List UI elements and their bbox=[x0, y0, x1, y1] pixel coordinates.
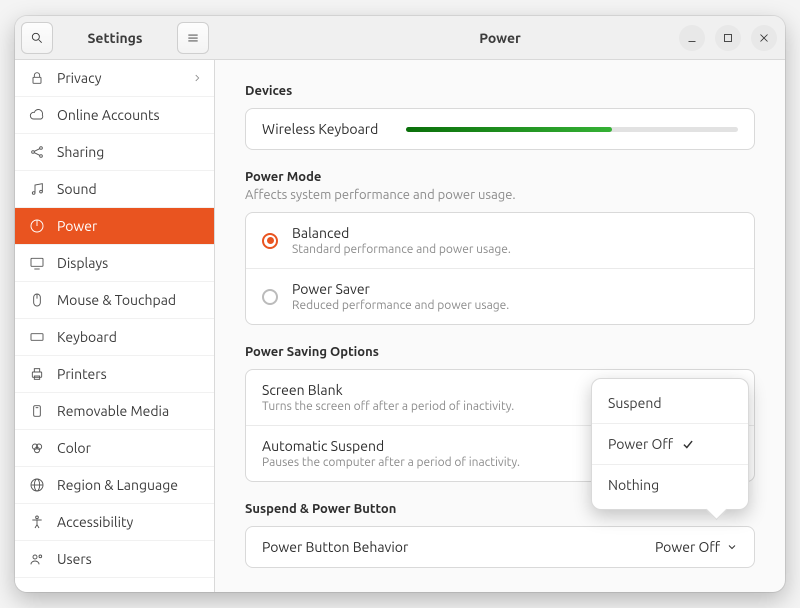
sidebar-item-label: Power bbox=[57, 218, 97, 234]
battery-level-bar bbox=[406, 127, 738, 132]
accessibility-icon bbox=[29, 514, 45, 530]
titlebar-right: Power bbox=[215, 16, 785, 59]
sidebar-item-color[interactable]: Color bbox=[15, 430, 214, 467]
hamburger-icon bbox=[186, 31, 200, 45]
search-icon bbox=[30, 31, 44, 45]
sidebar-item-label: Mouse & Touchpad bbox=[57, 292, 176, 308]
users-icon bbox=[29, 551, 45, 567]
sidebar-item-online-accounts[interactable]: Online Accounts bbox=[15, 97, 214, 134]
option-title: Power Saver bbox=[292, 281, 738, 297]
sidebar-item-printers[interactable]: Printers bbox=[15, 356, 214, 393]
chevron-right-icon bbox=[192, 70, 202, 86]
popover-label: Suspend bbox=[608, 395, 662, 411]
device-row-wireless-keyboard: Wireless Keyboard bbox=[246, 109, 754, 149]
page-title: Power bbox=[479, 30, 521, 46]
maximize-icon bbox=[721, 31, 735, 45]
sidebar-title: Settings bbox=[59, 30, 171, 46]
content-panel[interactable]: Devices Wireless Keyboard Power Mode Aff… bbox=[215, 60, 785, 592]
popover-label: Nothing bbox=[608, 477, 659, 493]
chevron-down-icon bbox=[726, 541, 738, 553]
power-button-behavior-value[interactable]: Power Off bbox=[655, 539, 738, 555]
battery-level-fill bbox=[406, 127, 612, 132]
sidebar-item-sound[interactable]: Sound bbox=[15, 171, 214, 208]
section-title-power-saving: Power Saving Options bbox=[245, 345, 755, 359]
minimize-button[interactable] bbox=[679, 25, 705, 51]
device-name: Wireless Keyboard bbox=[262, 121, 392, 137]
sidebar-item-sharing[interactable]: Sharing bbox=[15, 134, 214, 171]
sidebar-item-label: Printers bbox=[57, 366, 107, 382]
cloud-icon bbox=[29, 107, 45, 123]
sidebar-item-keyboard[interactable]: Keyboard bbox=[15, 319, 214, 356]
sidebar-item-label: Color bbox=[57, 440, 91, 456]
sidebar-item-label: Online Accounts bbox=[57, 107, 160, 123]
power-button-behavior-row[interactable]: Power Button Behavior Power Off bbox=[246, 527, 754, 567]
check-icon bbox=[681, 437, 695, 451]
sidebar-item-label: Displays bbox=[57, 255, 108, 271]
close-icon bbox=[757, 31, 771, 45]
row-title: Power Button Behavior bbox=[262, 539, 641, 555]
sidebar-item-region-language[interactable]: Region & Language bbox=[15, 467, 214, 504]
section-title-power-mode: Power Mode bbox=[245, 170, 755, 184]
sidebar-item-displays[interactable]: Displays bbox=[15, 245, 214, 282]
sidebar-item-mouse-touchpad[interactable]: Mouse & Touchpad bbox=[15, 282, 214, 319]
section-subtitle-power-mode: Affects system performance and power usa… bbox=[245, 188, 755, 202]
power-mode-saver[interactable]: Power Saver Reduced performance and powe… bbox=[246, 268, 754, 324]
displays-icon bbox=[29, 255, 45, 271]
sidebar-item-removable-media[interactable]: Removable Media bbox=[15, 393, 214, 430]
search-button[interactable] bbox=[21, 22, 53, 54]
sidebar-item-label: Sound bbox=[57, 181, 97, 197]
titlebar-left: Settings bbox=[15, 16, 215, 59]
option-subtitle: Standard performance and power usage. bbox=[292, 243, 738, 256]
removable-media-icon bbox=[29, 403, 45, 419]
minimize-icon bbox=[685, 31, 699, 45]
sidebar-item-accessibility[interactable]: Accessibility bbox=[15, 504, 214, 541]
popover-option-suspend[interactable]: Suspend bbox=[592, 383, 748, 423]
power-mode-card: Balanced Standard performance and power … bbox=[245, 212, 755, 325]
section-title-devices: Devices bbox=[245, 84, 755, 98]
keyboard-icon bbox=[29, 329, 45, 345]
sidebar[interactable]: Privacy Online Accounts Sharing Sound Po… bbox=[15, 60, 215, 592]
sidebar-item-label: Region & Language bbox=[57, 477, 178, 493]
sidebar-item-privacy[interactable]: Privacy bbox=[15, 60, 214, 97]
window-controls bbox=[679, 25, 777, 51]
radio-balanced[interactable] bbox=[262, 233, 278, 249]
power-icon bbox=[29, 218, 45, 234]
close-button[interactable] bbox=[751, 25, 777, 51]
color-icon bbox=[29, 440, 45, 456]
sidebar-item-label: Users bbox=[57, 551, 92, 567]
printer-icon bbox=[29, 366, 45, 382]
dropdown-value: Power Off bbox=[655, 539, 720, 555]
mouse-icon bbox=[29, 292, 45, 308]
hamburger-menu-button[interactable] bbox=[177, 22, 209, 54]
globe-icon bbox=[29, 477, 45, 493]
option-title: Balanced bbox=[292, 225, 738, 241]
power-button-behavior-popover: Suspend Power Off Nothing bbox=[591, 378, 749, 510]
sidebar-item-label: Keyboard bbox=[57, 329, 117, 345]
sidebar-item-label: Sharing bbox=[57, 144, 104, 160]
music-note-icon bbox=[29, 181, 45, 197]
suspend-button-card: Power Button Behavior Power Off bbox=[245, 526, 755, 568]
lock-icon bbox=[29, 70, 45, 86]
sidebar-item-label: Removable Media bbox=[57, 403, 169, 419]
popover-label: Power Off bbox=[608, 436, 673, 452]
popover-option-nothing[interactable]: Nothing bbox=[592, 464, 748, 505]
power-mode-balanced[interactable]: Balanced Standard performance and power … bbox=[246, 213, 754, 268]
sidebar-item-power[interactable]: Power bbox=[15, 208, 214, 245]
titlebar: Settings Power bbox=[15, 16, 785, 60]
sidebar-item-users[interactable]: Users bbox=[15, 541, 214, 578]
popover-option-power-off[interactable]: Power Off bbox=[592, 423, 748, 464]
share-icon bbox=[29, 144, 45, 160]
radio-power-saver[interactable] bbox=[262, 289, 278, 305]
maximize-button[interactable] bbox=[715, 25, 741, 51]
devices-card: Wireless Keyboard bbox=[245, 108, 755, 150]
window-body: Privacy Online Accounts Sharing Sound Po… bbox=[15, 60, 785, 592]
settings-window: Settings Power Privacy Online Accounts bbox=[15, 16, 785, 592]
option-subtitle: Reduced performance and power usage. bbox=[292, 299, 738, 312]
sidebar-item-label: Privacy bbox=[57, 70, 101, 86]
sidebar-item-label: Accessibility bbox=[57, 514, 133, 530]
